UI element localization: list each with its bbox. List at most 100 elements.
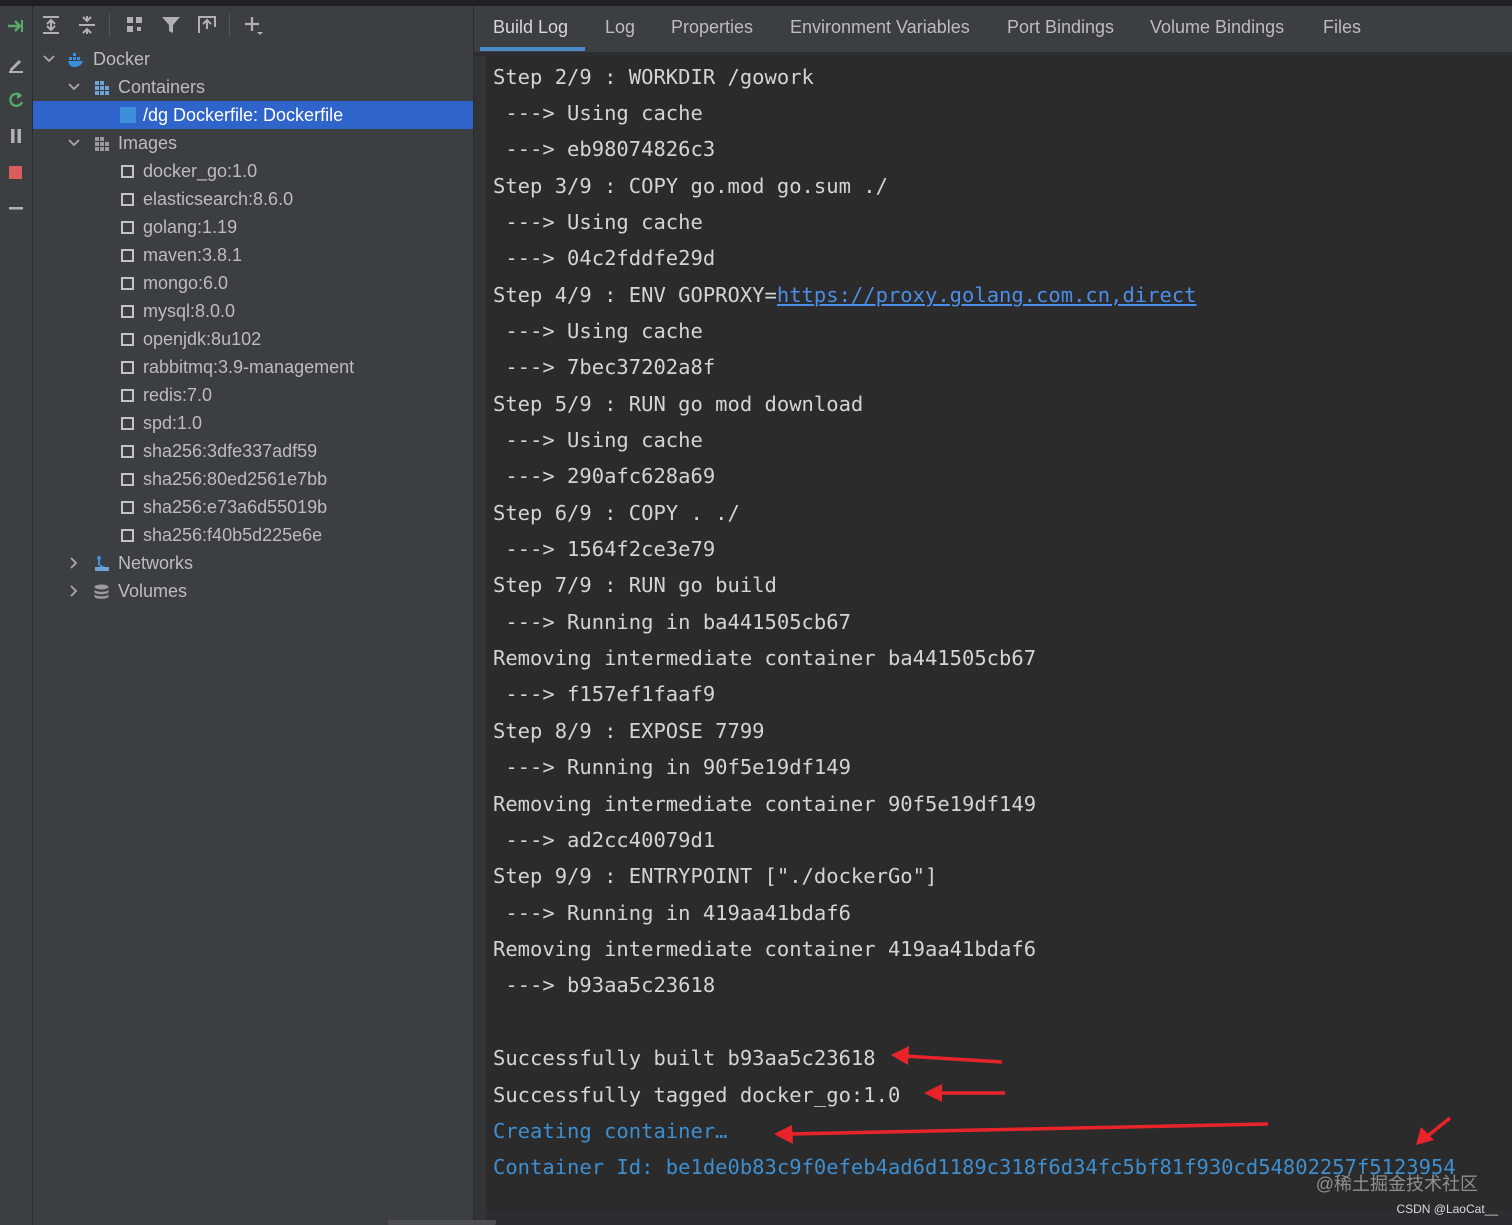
stop-icon[interactable]: [4, 160, 28, 184]
tree-item-container-dg[interactable]: /dg Dockerfile: Dockerfile: [33, 101, 473, 129]
log-line: Removing intermediate container 90f5e19d…: [493, 792, 1037, 816]
log-line: ---> ad2cc40079d1: [493, 828, 716, 852]
pause-icon[interactable]: [4, 124, 28, 148]
chevron-right-icon[interactable]: [68, 556, 80, 570]
tree-label: rabbitmq:3.9-management: [143, 357, 355, 377]
log-line: ---> 1564f2ce3e79: [493, 537, 716, 561]
tree-item-image[interactable]: rabbitmq:3.9-management: [33, 353, 473, 381]
tab-properties[interactable]: Properties: [671, 16, 753, 38]
image-icon: [121, 193, 134, 206]
chevron-down-icon[interactable]: [68, 80, 80, 94]
tree-item-image[interactable]: spd:1.0: [33, 409, 473, 437]
edit-icon[interactable]: [4, 52, 28, 76]
tree-label: Volumes: [118, 581, 188, 601]
tree-item-networks[interactable]: Networks: [33, 549, 473, 577]
tree-item-image[interactable]: maven:3.8.1: [33, 241, 473, 269]
tree-item-image[interactable]: golang:1.19: [33, 213, 473, 241]
filter-icon[interactable]: [159, 13, 183, 37]
tree-item-docker[interactable]: Docker: [33, 45, 473, 73]
tree-item-image[interactable]: docker_go:1.0: [33, 157, 473, 185]
image-icon: [121, 389, 134, 402]
remove-icon[interactable]: [4, 196, 28, 220]
tree-label: mongo:6.0: [143, 273, 229, 293]
tree-item-image[interactable]: openjdk:8u102: [33, 325, 473, 353]
log-line-built: Successfully built b93aa5c23618: [493, 1046, 876, 1070]
log-line: ---> 7bec37202a8f: [493, 355, 716, 379]
log-line: ---> b93aa5c23618: [493, 973, 716, 997]
tree-label: Docker: [93, 49, 151, 69]
proxy-link[interactable]: https://proxy.golang.com.cn,direct: [777, 283, 1197, 307]
log-line: ---> Using cache: [493, 428, 703, 452]
pin-tab-icon[interactable]: [195, 13, 219, 37]
log-line: Step 3/9 : COPY go.mod go.sum ./: [493, 174, 888, 198]
tree-item-image[interactable]: sha256:80ed2561e7bb: [33, 465, 473, 493]
tree-item-image[interactable]: redis:7.0: [33, 381, 473, 409]
chevron-down-icon[interactable]: [68, 136, 80, 150]
tree-label: sha256:e73a6d55019b: [143, 497, 328, 517]
chevron-right-icon[interactable]: [68, 584, 80, 598]
horizontal-scrollbar[interactable]: [388, 1220, 496, 1225]
image-icon: [121, 473, 134, 486]
networks-icon: [95, 556, 109, 571]
services-tree: Docker Containers /dg Dockerfile: Docker…: [33, 44, 474, 1225]
log-line-text: Step 4/9 : ENV GOPROXY=: [493, 283, 777, 307]
toolbar-separator: [109, 14, 110, 36]
image-icon: [121, 529, 134, 542]
tree-label: golang:1.19: [143, 217, 238, 237]
add-service-icon[interactable]: [241, 13, 265, 37]
containers-icon: [95, 81, 109, 95]
image-icon: [121, 249, 134, 262]
tree-label: openjdk:8u102: [143, 329, 262, 349]
restart-icon[interactable]: [4, 88, 28, 112]
tab-build-log[interactable]: Build Log: [493, 16, 568, 38]
image-icon: [121, 277, 134, 290]
container-icon: [120, 107, 136, 123]
tree-label: Containers: [118, 77, 206, 97]
log-line-tagged: Successfully tagged docker_go:1.0: [493, 1083, 901, 1107]
deploy-icon[interactable]: [4, 14, 28, 38]
tree-label: mysql:8.0.0: [143, 301, 236, 321]
group-by-icon[interactable]: [123, 13, 147, 37]
log-line-env: Step 4/9 : ENV GOPROXY=https://proxy.gol…: [493, 282, 1197, 308]
tab-port-bindings[interactable]: Port Bindings: [1007, 16, 1114, 38]
watermark-csdn: CSDN @LaoCat__: [1396, 1202, 1498, 1216]
log-line: ---> Running in 419aa41bdaf6: [493, 901, 851, 925]
chevron-down-icon[interactable]: [43, 52, 55, 66]
image-icon: [121, 501, 134, 514]
log-line: ---> f157ef1faaf9: [493, 682, 716, 706]
tree-item-image[interactable]: sha256:3dfe337adf59: [33, 437, 473, 465]
watermark-juejin: @稀土掘金技术社区: [1315, 1174, 1478, 1194]
tree-item-image[interactable]: sha256:e73a6d55019b: [33, 493, 473, 521]
tree-item-image[interactable]: mongo:6.0: [33, 269, 473, 297]
tab-volume-bindings[interactable]: Volume Bindings: [1150, 16, 1284, 38]
log-line: ---> 04c2fddfe29d: [493, 246, 716, 270]
services-toolbar: [33, 6, 473, 44]
tree-item-image[interactable]: mysql:8.0.0: [33, 297, 473, 325]
tree-item-volumes[interactable]: Volumes: [33, 577, 473, 605]
log-line: Step 5/9 : RUN go mod download: [493, 392, 864, 416]
tree-item-containers[interactable]: Containers: [33, 73, 473, 101]
log-line: Removing intermediate container ba441505…: [493, 646, 1037, 670]
image-icon: [121, 333, 134, 346]
image-icon: [121, 221, 134, 234]
tree-item-image[interactable]: sha256:f40b5d225e6e: [33, 521, 473, 549]
collapse-all-icon[interactable]: [75, 13, 99, 37]
tree-label: spd:1.0: [143, 413, 203, 433]
tree-item-image[interactable]: elasticsearch:8.6.0: [33, 185, 473, 213]
tree-label: sha256:80ed2561e7bb: [143, 469, 328, 489]
tab-files[interactable]: Files: [1323, 16, 1361, 38]
expand-all-icon[interactable]: [39, 13, 63, 37]
log-line-container-id: Container Id: be1de0b83c9f0efeb4ad6d1189…: [493, 1155, 1456, 1179]
image-icon: [121, 417, 134, 430]
build-log-console[interactable]: Step 2/9 : WORKDIR /gowork ---> Using ca…: [486, 56, 1512, 1211]
tree-label: sha256:3dfe337adf59: [143, 441, 318, 461]
tab-environment-variables[interactable]: Environment Variables: [790, 16, 970, 38]
image-icon: [121, 445, 134, 458]
tree-label: elasticsearch:8.6.0: [143, 189, 294, 209]
tab-log[interactable]: Log: [605, 16, 635, 38]
log-line-creating: Creating container…: [493, 1119, 728, 1143]
log-line: ---> Running in 90f5e19df149: [493, 755, 851, 779]
tree-item-images[interactable]: Images: [33, 129, 473, 157]
log-line: Step 7/9 : RUN go build: [493, 573, 777, 597]
image-icon: [121, 305, 134, 318]
